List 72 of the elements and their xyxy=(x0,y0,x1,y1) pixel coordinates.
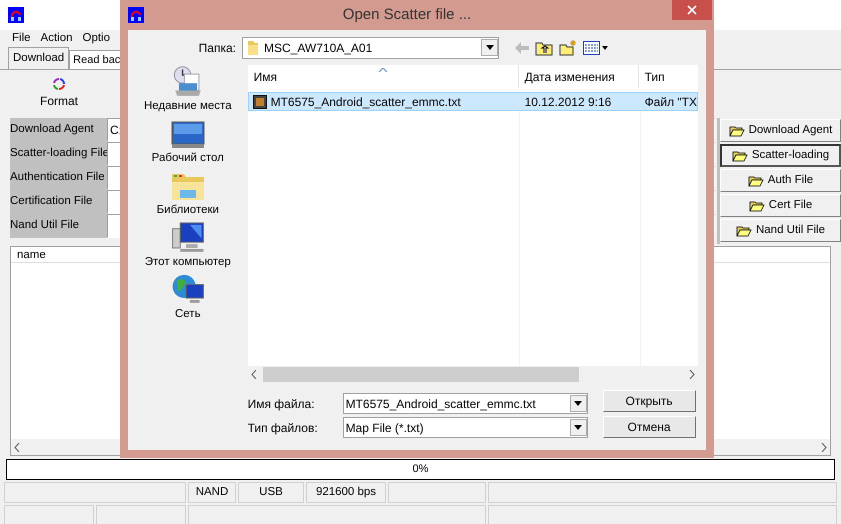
column-header[interactable]: Имя xyxy=(248,65,519,88)
close-button[interactable] xyxy=(672,0,712,20)
field-label: Certification File xyxy=(10,190,107,214)
file-name: MT6575_Android_scatter_emmc.txt xyxy=(270,94,461,110)
place-item[interactable]: Сеть xyxy=(170,273,206,325)
browse-button[interactable]: Nand Util File xyxy=(720,219,841,242)
caret-icon xyxy=(574,425,582,430)
text-file-icon xyxy=(252,94,267,108)
file-type-label: Тип файлов: xyxy=(248,420,319,436)
file-date: 10.12.2012 9:16 xyxy=(524,94,612,110)
new-folder-icon[interactable] xyxy=(559,40,577,56)
tab[interactable]: Download xyxy=(8,47,70,69)
folder-icon xyxy=(748,200,765,212)
file-type-combo[interactable]: Map File (*.txt) xyxy=(342,417,588,438)
dropdown-button[interactable] xyxy=(570,419,587,436)
file-row[interactable]: MT6575_Android_scatter_emmc.txt 10.12.2012 9:16 Файл "TX xyxy=(248,92,698,111)
folder-icon xyxy=(736,224,752,236)
browse-button[interactable]: Scatter-loading xyxy=(720,144,841,167)
scroll-left-icon[interactable] xyxy=(14,442,20,452)
field-label: Download Agent xyxy=(10,118,107,142)
folder-icon xyxy=(748,174,764,186)
browse-button[interactable]: Auth File xyxy=(720,169,841,192)
tab[interactable]: Read bac xyxy=(69,50,122,69)
place-item[interactable]: Рабочий стол xyxy=(152,117,224,169)
browse-button[interactable]: Cert File xyxy=(720,194,841,217)
browse-button[interactable]: Download Agent xyxy=(720,119,841,142)
field-label: Authentication File xyxy=(10,166,107,190)
close-icon xyxy=(687,5,697,15)
desktop-icon xyxy=(170,120,206,150)
caret-icon xyxy=(486,45,494,50)
app-icon xyxy=(8,7,24,23)
dialog-app-icon xyxy=(128,7,144,23)
dropdown-button[interactable] xyxy=(481,39,498,56)
format-icon xyxy=(53,78,65,90)
file-type: Файл "TX xyxy=(644,94,697,110)
menu-item[interactable]: Optio xyxy=(82,30,110,48)
column-header[interactable]: Дата изменения xyxy=(518,65,639,88)
folder-icon xyxy=(247,40,259,56)
caret-icon xyxy=(574,401,582,406)
menu-item[interactable]: File xyxy=(12,30,31,48)
field-label: Nand Util File xyxy=(10,214,107,238)
folder-label: Папка: xyxy=(198,40,237,56)
up-folder-icon[interactable] xyxy=(535,40,553,56)
scroll-left-icon[interactable] xyxy=(250,370,257,379)
folder-icon xyxy=(732,150,748,162)
menu-item[interactable]: Action xyxy=(40,30,72,48)
column-header[interactable]: Тип xyxy=(638,65,698,88)
dropdown-button[interactable] xyxy=(570,395,587,412)
place-item[interactable]: Этот компьютер xyxy=(144,221,231,273)
status-cell: NAND xyxy=(188,482,236,503)
folder-name: MSC_AW710A_A01 xyxy=(264,40,374,56)
network-globe-icon xyxy=(170,273,206,306)
progress-text: 0% xyxy=(412,462,428,478)
scroll-right-icon[interactable] xyxy=(821,442,827,452)
dialog-title: Open Scatter file ... xyxy=(342,4,472,25)
file-name-value: MT6575_Android_scatter_emmc.txt xyxy=(346,396,537,412)
place-item[interactable]: Библиотеки xyxy=(156,169,219,221)
file-name-combo[interactable]: MT6575_Android_scatter_emmc.txt xyxy=(342,393,588,414)
status-cell: 921600 bps xyxy=(306,482,386,503)
file-name-label: Имя файла: xyxy=(248,396,316,412)
folder-combo[interactable]: MSC_AW710A_A01 xyxy=(242,36,499,58)
scroll-right-icon[interactable] xyxy=(689,370,695,379)
format-button[interactable]: Format xyxy=(40,78,78,110)
status-cell: USB xyxy=(238,482,304,503)
computer-icon xyxy=(170,221,206,254)
view-menu-icon[interactable] xyxy=(583,40,609,54)
scrollbar-thumb[interactable] xyxy=(262,367,579,382)
file-type-value: Map File (*.txt) xyxy=(346,420,425,436)
place-item[interactable]: Недавние места xyxy=(144,65,232,117)
dialog-button[interactable]: Открыть xyxy=(602,390,696,412)
folder-icon xyxy=(728,124,745,136)
dialog-button[interactable]: Отмена xyxy=(602,416,696,438)
